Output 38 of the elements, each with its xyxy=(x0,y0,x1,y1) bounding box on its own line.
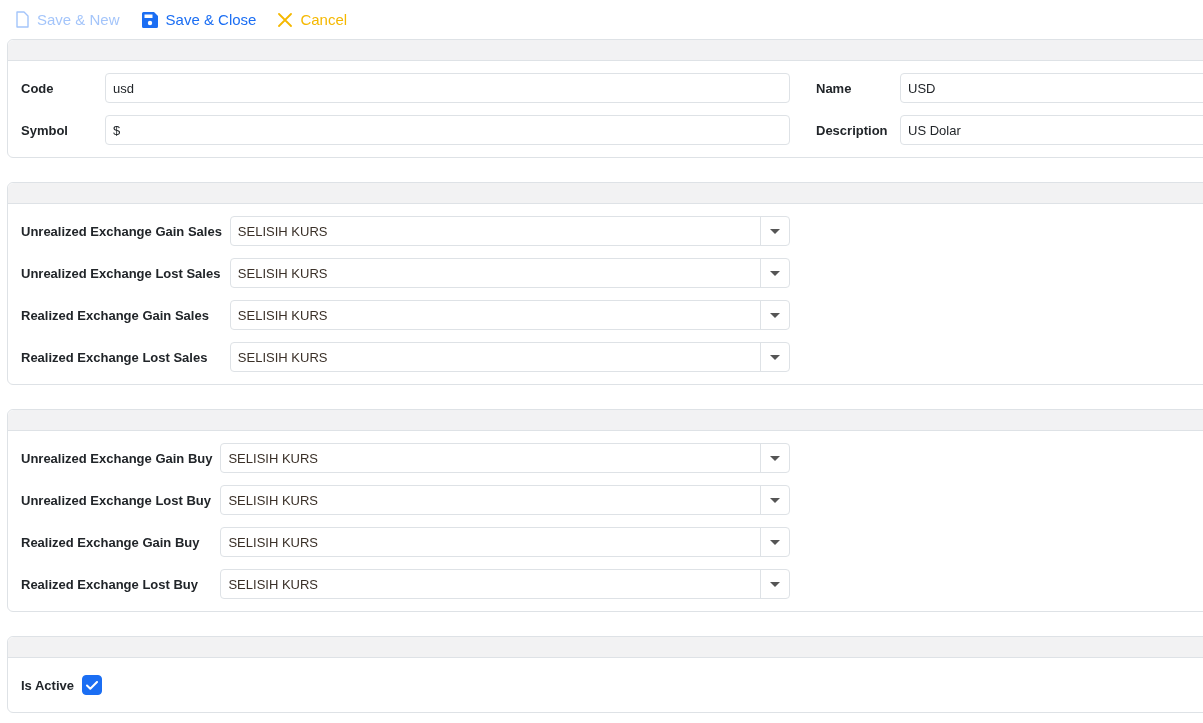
checkbox[interactable] xyxy=(82,675,102,695)
account-dropdown[interactable]: SELISIH KURS xyxy=(220,569,790,599)
document-icon xyxy=(16,11,29,28)
field-label: Unrealized Exchange Gain Sales xyxy=(21,223,222,239)
save-close-button[interactable]: Save & Close xyxy=(141,11,257,28)
field-label: Unrealized Exchange Lost Buy xyxy=(21,492,212,508)
caret-down-icon xyxy=(770,581,780,587)
caret-down-icon xyxy=(770,228,780,234)
text-input[interactable]: usd xyxy=(105,73,790,103)
caret-down-icon xyxy=(770,270,780,276)
caret-down-icon xyxy=(770,312,780,318)
field-label: Realized Exchange Lost Buy xyxy=(21,576,199,592)
caret-down-icon xyxy=(770,354,780,360)
checkmark-icon xyxy=(86,680,98,690)
account-dropdown[interactable]: SELISIH KURS xyxy=(229,342,790,372)
caret-down-icon xyxy=(770,497,780,503)
field-label: Symbol xyxy=(21,122,69,138)
text-input[interactable]: $ xyxy=(105,115,790,145)
text-input[interactable]: USD xyxy=(900,73,1203,103)
field-label: Name xyxy=(816,80,853,96)
caret-down-icon xyxy=(770,539,780,545)
account-dropdown[interactable]: SELISIH KURS xyxy=(229,300,790,330)
account-dropdown[interactable]: SELISIH KURS xyxy=(220,443,790,473)
account-dropdown[interactable]: SELISIH KURS xyxy=(220,485,790,515)
close-icon xyxy=(278,12,293,27)
account-dropdown[interactable]: SELISIH KURS xyxy=(229,258,790,288)
field-label: Code xyxy=(21,80,55,96)
field-label: Realized Exchange Lost Sales xyxy=(21,349,209,365)
caret-down-icon xyxy=(770,455,780,461)
text-input[interactable]: US Dolar xyxy=(900,115,1203,145)
field-label: Unrealized Exchange Lost Sales xyxy=(21,265,222,281)
field-label: Description xyxy=(816,122,889,138)
account-dropdown[interactable]: SELISIH KURS xyxy=(220,527,790,557)
field-label: Is Active xyxy=(21,677,74,693)
field-label: Unrealized Exchange Gain Buy xyxy=(21,450,213,466)
field-label: Realized Exchange Gain Buy xyxy=(21,534,201,550)
account-dropdown[interactable]: SELISIH KURS xyxy=(229,216,790,246)
field-label: Realized Exchange Gain Sales xyxy=(21,307,210,323)
